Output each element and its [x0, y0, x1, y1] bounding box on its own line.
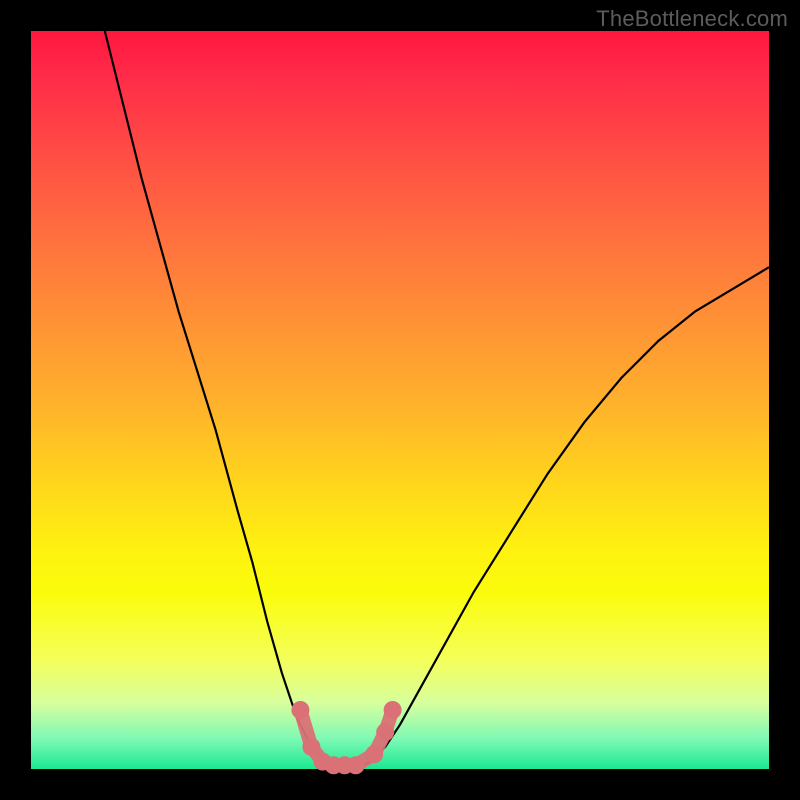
chart-svg [31, 31, 769, 769]
marker-dot [347, 756, 365, 774]
marker-dot [384, 701, 402, 719]
marker-dot [291, 701, 309, 719]
marker-dot [302, 738, 320, 756]
marker-dot [365, 745, 383, 763]
marker-group [291, 701, 401, 774]
marker-dot [376, 723, 394, 741]
chart-frame: TheBottleneck.com [0, 0, 800, 800]
bottleneck-curve-path [105, 31, 769, 769]
plot-area [31, 31, 769, 769]
watermark-text: TheBottleneck.com [596, 6, 788, 32]
